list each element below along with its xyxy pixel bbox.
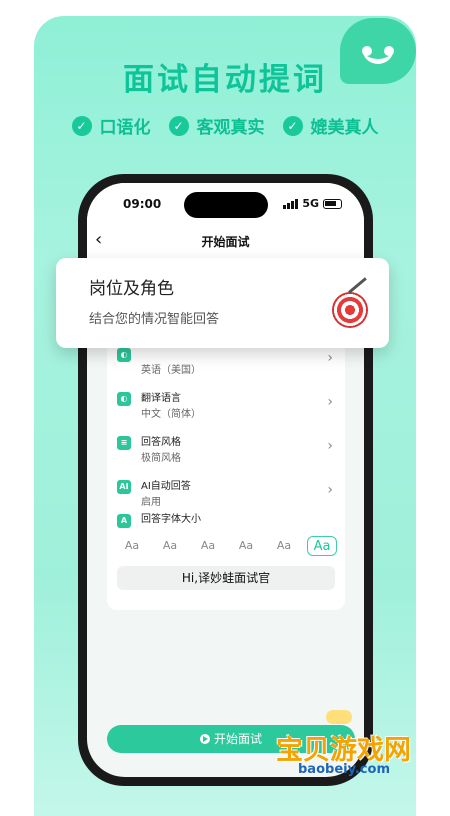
status-bar: 09:00 5G [87,183,364,223]
font-size-option[interactable]: Aa [155,536,185,556]
popup-title: 岗位及角色 [89,279,174,299]
setting-row-font-size: A 回答字体大小 [107,508,345,534]
nav-bar: ‹ 开始面试 [87,223,364,259]
setting-value: 中文（简体） [141,409,201,420]
page-title: 开始面试 [201,235,250,249]
setting-value: 启用 [141,497,161,508]
watermark-url: baobeiy.com [298,762,390,777]
status-indicators: 5G [283,197,342,210]
preview-text: Hi,译妙蛙面试官 [117,566,335,590]
role-popup-card[interactable]: 岗位及角色 结合您的情况智能回答 [56,258,389,348]
setting-title: AI自动回答 [141,481,191,492]
feature-list: ✓ 口语化 ✓ 客观真实 ✓ 媲美真人 [0,113,450,138]
font-size-option[interactable]: Aa [269,536,299,556]
font-size-options: Aa Aa Aa Aa Aa Aa [117,536,337,556]
feature-item: ✓ 媲美真人 [282,113,379,138]
promo-headline: 面试自动提词 [123,62,327,98]
setting-row-language[interactable]: ◐ 英语（美国） › [107,342,345,384]
chevron-right-icon: › [327,438,333,454]
gamepad-icon [326,710,352,724]
network-label: 5G [302,197,319,210]
dynamic-island [184,192,268,218]
settings-card: ◐ 英语（美国） › ◐ 翻译语言 中文（简体） › ≡ 回答风格 极简风格 ›… [107,338,345,610]
setting-row-style[interactable]: ≡ 回答风格 极简风格 › [107,430,345,472]
translate-icon: ◐ [117,392,131,406]
globe-icon: ◐ [117,348,131,362]
check-icon: ✓ [282,115,303,136]
start-button-label: 开始面试 [213,732,262,746]
feature-label: 客观真实 [196,118,265,138]
chevron-right-icon: › [327,482,333,498]
font-size-option[interactable]: Aa [231,536,261,556]
chevron-right-icon: › [327,350,333,366]
check-icon: ✓ [71,115,92,136]
feature-label: 口语化 [99,118,151,138]
feature-label: 媲美真人 [310,118,379,138]
setting-title: 翻译语言 [141,393,181,404]
style-icon: ≡ [117,436,131,450]
check-icon: ✓ [168,115,189,136]
arrow-icon [348,277,367,294]
battery-icon [323,198,342,209]
font-size-icon: A [117,514,131,528]
setting-row-translate[interactable]: ◐ 翻译语言 中文（简体） › [107,386,345,428]
popup-subtitle: 结合您的情况智能回答 [89,312,220,327]
target-icon [332,292,368,328]
font-size-option[interactable]: Aa [193,536,223,556]
ai-icon: AI [117,480,131,494]
signal-icon [283,198,299,209]
chevron-right-icon: › [327,394,333,410]
watermark: 宝贝游戏网 baobeiy.com [276,704,421,780]
feature-item: ✓ 客观真实 [168,113,265,138]
font-size-option-selected[interactable]: Aa [307,536,337,556]
setting-title: 回答风格 [141,437,181,448]
font-size-option[interactable]: Aa [117,536,147,556]
setting-title: 回答字体大小 [141,514,201,525]
setting-value: 英语（美国） [141,365,201,376]
play-icon [199,734,210,744]
status-time: 09:00 [123,197,162,211]
feature-item: ✓ 口语化 [71,113,151,138]
setting-value: 极简风格 [141,453,181,464]
